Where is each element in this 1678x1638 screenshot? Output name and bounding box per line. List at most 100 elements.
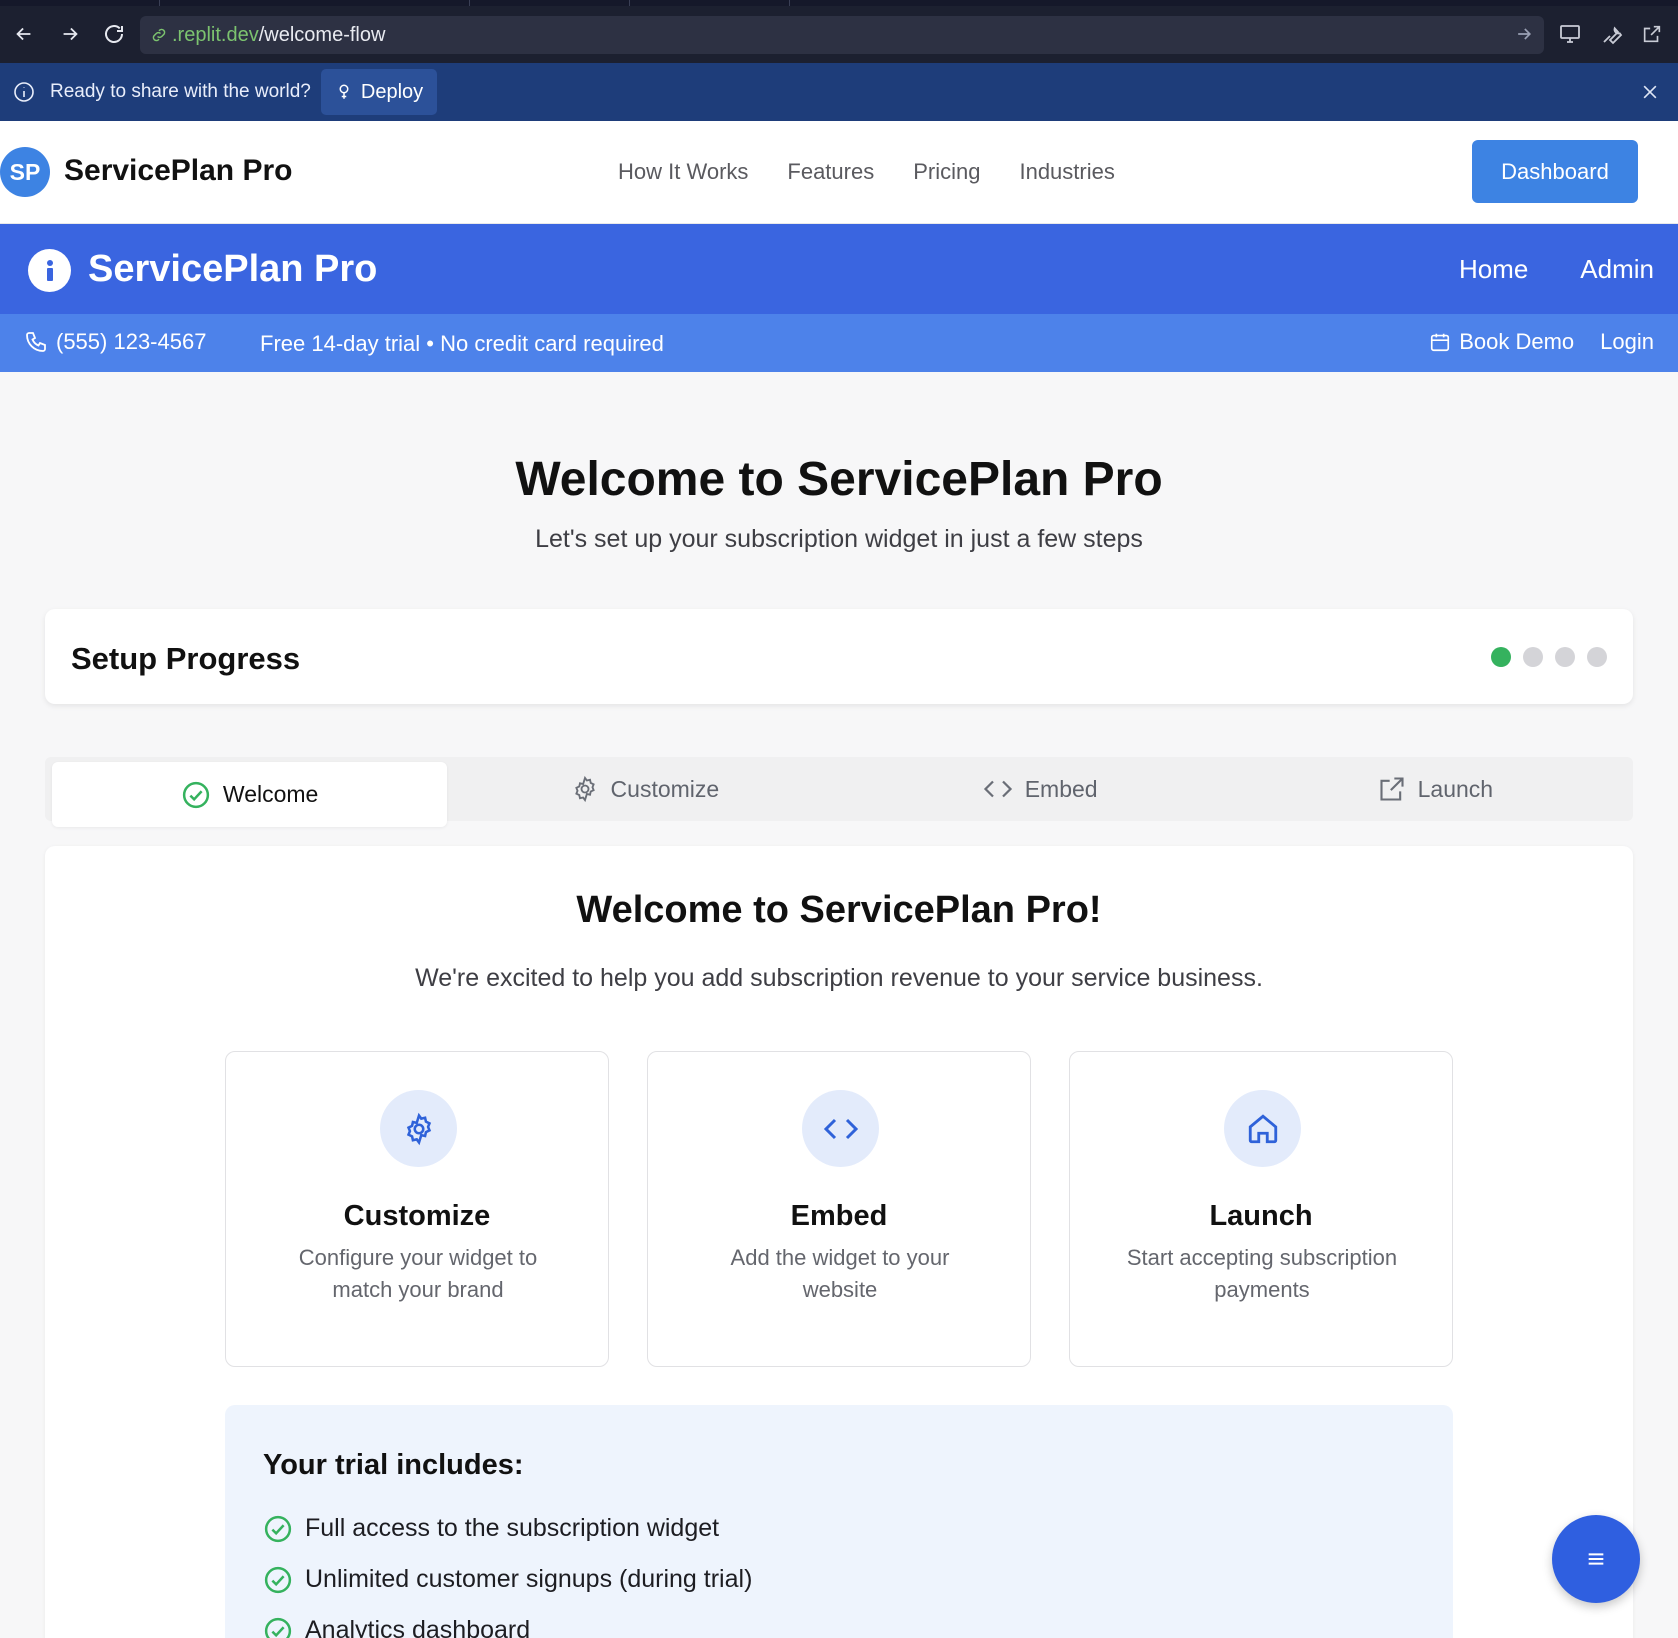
close-icon[interactable] bbox=[1640, 82, 1660, 102]
progress-dot bbox=[1555, 647, 1575, 667]
browser-tab[interactable] bbox=[0, 0, 160, 6]
code-icon bbox=[802, 1090, 879, 1167]
page-title: Welcome to ServicePlan Pro bbox=[515, 453, 1163, 506]
url-path: /welcome-flow bbox=[258, 23, 386, 46]
tab-launch[interactable]: Launch bbox=[1238, 757, 1633, 821]
login-link[interactable]: Login bbox=[1600, 329, 1654, 355]
welcome-lead: We're excited to help you add subscripti… bbox=[415, 964, 1263, 992]
feature-title: Customize bbox=[343, 1200, 491, 1232]
phone-icon bbox=[26, 332, 46, 352]
trial-item-text: Full access to the subscription widget bbox=[305, 1514, 720, 1542]
phone-number: (555) 123-4567 bbox=[56, 329, 207, 354]
trial-list: Full access to the subscription widget U… bbox=[263, 1503, 752, 1638]
progress-dots bbox=[1491, 647, 1607, 667]
book-demo-label: Book Demo bbox=[1459, 329, 1575, 354]
brand-name[interactable]: ServicePlan Pro bbox=[64, 154, 292, 188]
tab-label: Customize bbox=[610, 775, 720, 802]
url-bar[interactable]: .replit.dev/welcome-flow bbox=[140, 16, 1544, 54]
phone-link[interactable]: (555) 123-4567 bbox=[24, 329, 206, 355]
nav-features[interactable]: Features bbox=[787, 159, 874, 185]
nav-how-it-works[interactable]: How It Works bbox=[618, 159, 748, 185]
feature-title: Embed bbox=[790, 1200, 888, 1232]
gear-icon bbox=[380, 1090, 457, 1167]
menu-fab-button[interactable] bbox=[1552, 1515, 1640, 1603]
trial-notice: Free 14-day trial • No credit card requi… bbox=[260, 331, 664, 356]
trial-item-text: Analytics dashboard bbox=[305, 1616, 531, 1638]
back-button[interactable] bbox=[8, 18, 40, 50]
trial-heading: Your trial includes: bbox=[263, 1449, 524, 1481]
welcome-heading: Welcome to ServicePlan Pro! bbox=[576, 889, 1102, 931]
go-arrow-icon[interactable] bbox=[1514, 24, 1534, 44]
tab-label: Embed bbox=[1024, 775, 1098, 802]
list-item: Analytics dashboard bbox=[263, 1605, 752, 1638]
feature-card-launch: Launch Start accepting subscription paym… bbox=[1069, 1051, 1453, 1367]
open-new-window-icon[interactable] bbox=[1638, 20, 1666, 48]
browser-tab[interactable] bbox=[630, 0, 790, 6]
check-circle-icon bbox=[264, 1515, 292, 1542]
logo-badge[interactable]: SP bbox=[0, 147, 50, 197]
app-title[interactable]: ServicePlan Pro bbox=[88, 248, 377, 291]
external-link-icon bbox=[1380, 777, 1404, 801]
welcome-panel: Welcome to ServicePlan Pro! We're excite… bbox=[45, 846, 1633, 1638]
progress-dot bbox=[1523, 647, 1543, 667]
progress-dot bbox=[1587, 647, 1607, 667]
info-strip: (555) 123-4567 Free 14-day trial • No cr… bbox=[0, 314, 1678, 372]
wrench-icon[interactable] bbox=[1598, 20, 1626, 48]
feature-description: Configure your widget to match your bran… bbox=[298, 1245, 538, 1302]
nav-pricing[interactable]: Pricing bbox=[913, 159, 980, 185]
top-nav: How It Works Features Pricing Industries bbox=[618, 159, 1115, 185]
setup-tabs: Welcome Customize Embed Launch bbox=[45, 757, 1633, 827]
tab-strip bbox=[0, 0, 1678, 6]
deploy-message: Ready to share with the world? bbox=[50, 81, 311, 102]
reload-icon bbox=[105, 25, 123, 43]
list-item: Full access to the subscription widget bbox=[263, 1503, 752, 1554]
home-icon bbox=[1224, 1090, 1301, 1167]
tab-label: Welcome bbox=[222, 781, 319, 807]
calendar-icon bbox=[1431, 333, 1450, 352]
code-icon bbox=[983, 780, 1012, 798]
devices-icon[interactable] bbox=[1556, 20, 1584, 48]
browser-toolbar: .replit.dev/welcome-flow bbox=[0, 0, 1678, 63]
deploy-banner: Ready to share with the world? Deploy bbox=[0, 63, 1678, 121]
url-domain: .replit.dev bbox=[172, 23, 259, 46]
nav-industries[interactable]: Industries bbox=[1019, 159, 1114, 185]
nav-home[interactable]: Home bbox=[1459, 254, 1528, 285]
browser-tab[interactable] bbox=[160, 0, 470, 6]
check-circle-icon bbox=[264, 1617, 292, 1638]
app-bar: ServicePlan Pro Home Admin bbox=[0, 224, 1678, 314]
nav-admin[interactable]: Admin bbox=[1580, 254, 1654, 285]
tab-welcome[interactable]: Welcome bbox=[52, 762, 448, 827]
check-circle-icon bbox=[264, 1566, 292, 1593]
check-circle-icon bbox=[182, 781, 210, 808]
setup-progress-card: Setup Progress bbox=[45, 609, 1633, 704]
forward-button[interactable] bbox=[54, 18, 86, 50]
site-header: SP ServicePlan Pro How It Works Features… bbox=[0, 121, 1678, 224]
tab-customize[interactable]: Customize bbox=[447, 757, 842, 821]
setup-progress-label: Setup Progress bbox=[71, 641, 301, 676]
browser-tab[interactable] bbox=[470, 0, 630, 6]
progress-dot bbox=[1491, 647, 1511, 667]
list-item: Unlimited customer signups (during trial… bbox=[263, 1554, 752, 1605]
trial-item-text: Unlimited customer signups (during trial… bbox=[305, 1565, 753, 1593]
info-icon bbox=[28, 249, 71, 292]
book-demo-link[interactable]: Book Demo bbox=[1429, 329, 1574, 355]
deploy-icon bbox=[339, 84, 349, 99]
feature-description: Add the widget to your website bbox=[730, 1245, 950, 1302]
arrow-right-icon bbox=[63, 27, 78, 41]
deploy-button[interactable]: Deploy bbox=[320, 69, 438, 115]
feature-title: Launch bbox=[1209, 1200, 1313, 1232]
info-icon bbox=[12, 80, 36, 104]
gear-icon bbox=[574, 775, 595, 803]
trial-includes-box: Your trial includes: Full access to the … bbox=[225, 1405, 1453, 1638]
feature-card-customize: Customize Configure your widget to match… bbox=[225, 1051, 609, 1367]
feature-description: Start accepting subscription payments bbox=[1126, 1245, 1398, 1302]
menu-icon bbox=[1588, 1553, 1604, 1565]
tab-embed[interactable]: Embed bbox=[843, 757, 1238, 821]
deploy-label: Deploy bbox=[360, 80, 424, 103]
arrow-left-icon bbox=[16, 27, 31, 41]
tab-label: Launch bbox=[1417, 775, 1494, 802]
link-icon bbox=[150, 26, 168, 44]
page-subtitle: Let's set up your subscription widget in… bbox=[535, 525, 1143, 553]
dashboard-button[interactable]: Dashboard bbox=[1472, 140, 1638, 203]
reload-button[interactable] bbox=[98, 18, 130, 50]
